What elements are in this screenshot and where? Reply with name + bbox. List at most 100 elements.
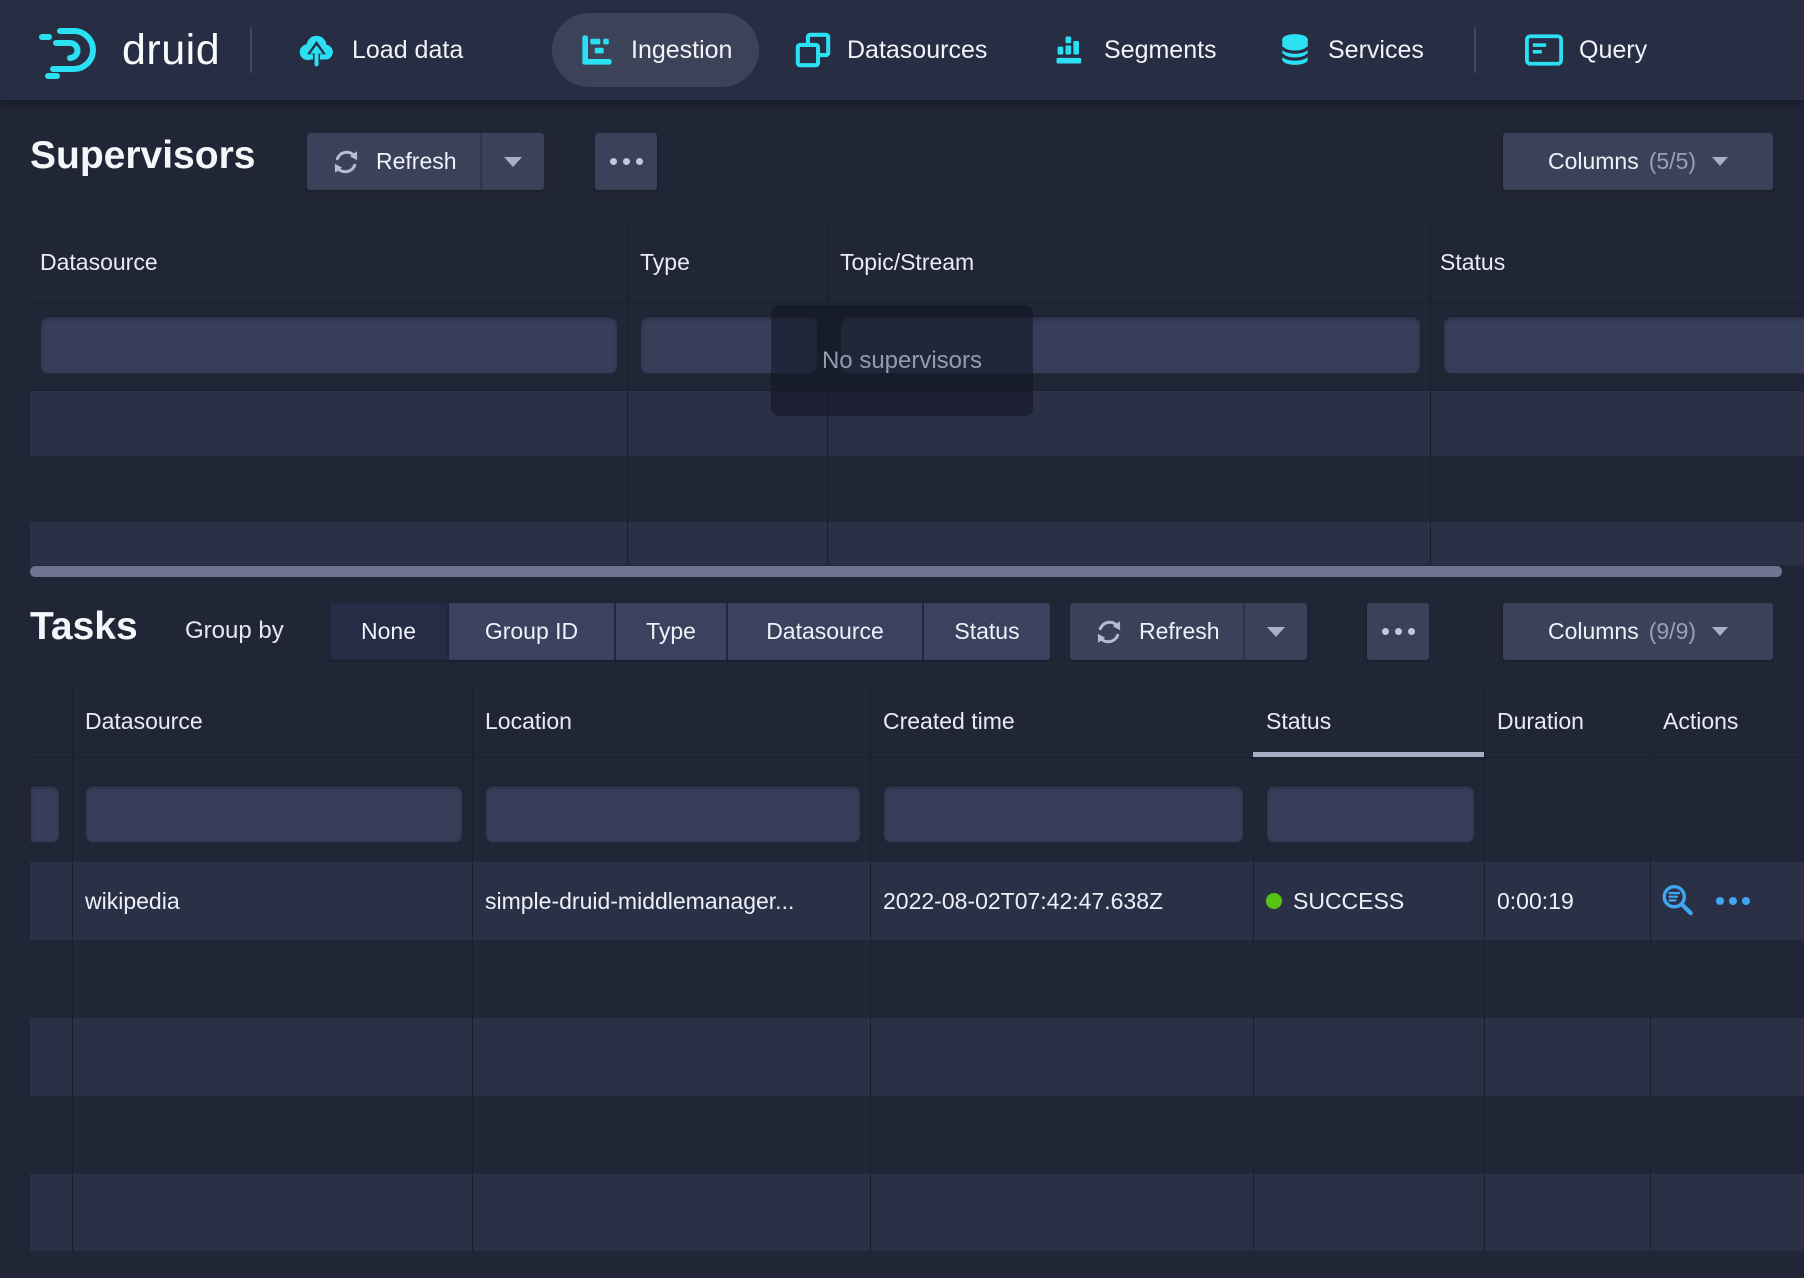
supervisors-refresh-button[interactable]: Refresh [307,133,481,190]
columns-label: Columns [1548,148,1639,175]
supervisors-columns-button[interactable]: Columns (5/5) [1503,133,1773,190]
empty-row [30,1018,1804,1096]
no-supervisors-overlay: No supervisors [771,305,1033,416]
column-header-duration[interactable]: Duration [1484,685,1650,757]
segments-icon [1052,32,1088,68]
column-divider [627,222,628,565]
supervisors-table-header: Datasource Type Topic/Stream Status [30,222,1804,303]
column-header-type[interactable]: Type [627,222,827,302]
refresh-icon [1094,617,1124,647]
status-filter-input[interactable] [1266,785,1475,843]
nav-divider [250,27,252,73]
column-divider [1253,685,1254,1251]
status-success-dot [1266,893,1282,909]
group-by-button-group: None Group ID Type Datasource Status [330,603,1050,660]
columns-label: Columns [1548,618,1639,645]
column-divider [1430,222,1431,565]
tasks-table: Datasource Location Created time Status … [30,685,1804,1251]
supervisors-more-button[interactable] [595,133,657,190]
nav-item-label: Ingestion [631,36,732,65]
tasks-refresh-group: Refresh [1070,603,1307,660]
column-header-datasource[interactable]: Datasource [72,685,472,757]
columns-count: (9/9) [1649,618,1696,645]
tasks-refresh-dropdown-button[interactable] [1244,603,1307,660]
druid-logo-icon [38,21,108,79]
column-divider [1650,685,1651,1251]
column-header-datasource[interactable]: Datasource [30,222,627,302]
column-header-location[interactable]: Location [472,685,870,757]
nav-item-load-data[interactable]: Load data [296,0,463,100]
group-by-none-button[interactable]: None [330,603,447,660]
more-icon [607,158,646,165]
nav-item-ingestion[interactable]: Ingestion [552,13,759,87]
supervisors-refresh-group: Refresh [307,133,544,190]
location-filter-input[interactable] [485,785,861,843]
tasks-title: Tasks [30,605,138,649]
horizontal-scrollbar[interactable] [30,566,1782,577]
column-divider [1484,685,1485,1251]
columns-count: (5/5) [1649,148,1696,175]
nav-item-label: Segments [1104,36,1217,65]
chevron-down-icon [1712,627,1728,636]
column-header-created-time[interactable]: Created time [870,685,1253,757]
chevron-down-icon [1267,627,1285,637]
nav-item-services[interactable]: Services [1278,0,1424,100]
group-by-group-id-button[interactable]: Group ID [447,603,614,660]
refresh-label: Refresh [376,148,457,175]
refresh-label: Refresh [1139,618,1220,645]
tasks-refresh-button[interactable]: Refresh [1070,603,1244,660]
row-more-actions-icon[interactable] [1713,897,1752,905]
no-supervisors-message: No supervisors [822,347,982,375]
datasource-filter-input[interactable] [40,316,618,374]
column-header-status[interactable]: Status [1253,685,1484,757]
services-icon [1278,31,1312,69]
top-navbar: druid Load data [0,0,1804,101]
tasks-more-button[interactable] [1367,603,1429,660]
expander-filter-input[interactable] [30,785,60,843]
datasource-filter-input[interactable] [85,785,463,843]
status-filter-input[interactable] [1443,316,1804,374]
nav-item-datasources[interactable]: Datasources [795,0,987,100]
column-header-status[interactable]: Status [1430,222,1804,302]
tasks-columns-button[interactable]: Columns (9/9) [1503,603,1773,660]
column-header-topic-stream[interactable]: Topic/Stream [827,222,1430,302]
brand-name: druid [122,26,220,75]
chevron-down-icon [504,157,522,167]
column-divider [870,685,871,1251]
nav-item-label: Services [1328,36,1424,65]
created-time-filter-input[interactable] [883,785,1244,843]
nav-item-label: Load data [352,36,463,65]
nav-item-segments[interactable]: Segments [1052,0,1217,100]
druid-brand[interactable]: druid [38,0,220,100]
task-row: wikipedia simple-druid-middlemanager... … [30,862,1804,940]
ingestion-icon [579,32,615,68]
chevron-down-icon [1712,157,1728,166]
group-by-datasource-button[interactable]: Datasource [726,603,922,660]
tasks-filter-row [30,757,1804,863]
druid-console-page: druid Load data [0,0,1804,1278]
tasks-table-header: Datasource Location Created time Status … [30,685,1804,758]
refresh-icon [331,147,361,177]
supervisors-title: Supervisors [30,134,255,178]
query-icon [1525,33,1563,67]
duration-cell: 0:00:19 [1484,862,1650,940]
actions-cell [1650,862,1804,940]
column-divider [72,685,73,1251]
column-header-actions[interactable]: Actions [1650,685,1804,757]
group-by-type-button[interactable]: Type [614,603,726,660]
cloud-upload-icon [296,32,336,68]
group-by-status-button[interactable]: Status [922,603,1050,660]
empty-row [30,1174,1804,1251]
created-time-cell: 2022-08-02T07:42:47.638Z [870,862,1253,940]
datasource-cell: wikipedia [72,862,472,940]
task-detail-magnifier-icon[interactable] [1660,883,1696,919]
more-icon [1379,628,1418,635]
status-cell: SUCCESS [1253,862,1484,940]
sort-indicator [1253,752,1484,757]
group-by-label: Group by [185,617,284,645]
supervisors-table: Datasource Type Topic/Stream Status No s… [30,222,1804,578]
datasources-icon [795,32,831,68]
nav-item-query[interactable]: Query [1525,0,1647,100]
supervisors-refresh-dropdown-button[interactable] [481,133,544,190]
column-divider [472,685,473,1251]
